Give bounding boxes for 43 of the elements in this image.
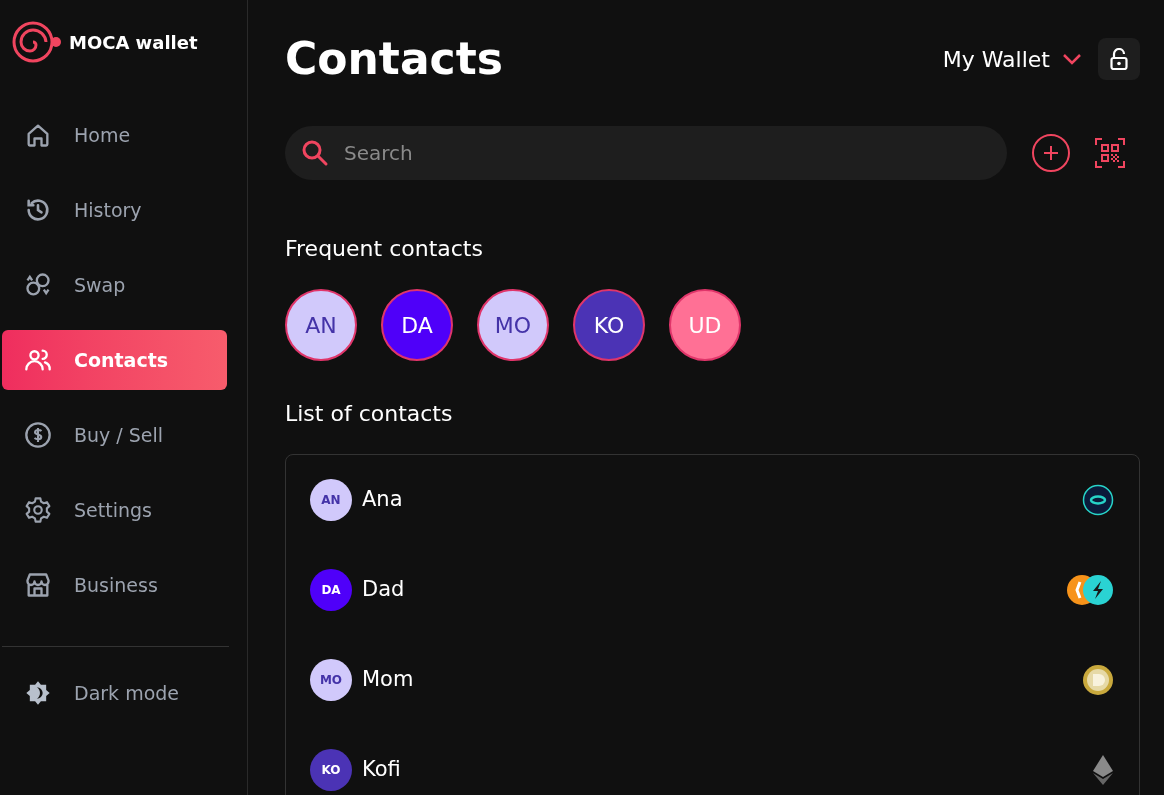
dark-mode-toggle[interactable]: Dark mode	[2, 663, 245, 723]
contact-avatar: KO	[310, 749, 352, 791]
contact-avatar[interactable]: DA	[381, 289, 453, 361]
sidebar-item[interactable]: History	[2, 180, 227, 240]
chevron-down-icon	[1062, 53, 1082, 65]
contact-name[interactable]: Ana	[362, 484, 403, 516]
lock-icon	[1110, 48, 1128, 70]
add-contact-button[interactable]	[1032, 134, 1070, 172]
app-name: MOCA wallet	[69, 30, 198, 55]
contact-avatar[interactable]: KO	[573, 289, 645, 361]
sidebar-item[interactable]: Settings	[2, 480, 227, 540]
lock-button[interactable]	[1098, 38, 1140, 80]
page-title: Contacts	[285, 32, 503, 86]
coin-icon	[1082, 574, 1114, 606]
search-field[interactable]: Search	[285, 126, 1007, 180]
contact-avatar: AN	[310, 479, 352, 521]
search-icon	[301, 139, 329, 167]
section-heading: Frequent contacts	[285, 235, 484, 263]
section-heading: List of contacts	[285, 400, 454, 428]
plus-icon	[1044, 146, 1058, 160]
contact-avatar: DA	[310, 569, 352, 611]
qr-code-button[interactable]	[1094, 137, 1126, 169]
sidebar-item[interactable]: Business	[2, 555, 227, 615]
contact-avatar[interactable]: MO	[477, 289, 549, 361]
settings-icon	[24, 496, 52, 524]
history-icon	[24, 196, 52, 224]
sidebar-item[interactable]: Home	[2, 105, 227, 165]
contact-avatar: MO	[310, 659, 352, 701]
ethereum-icon	[1092, 754, 1114, 786]
sidebar-item[interactable]: Buy / Sell	[2, 405, 227, 465]
brightness-icon	[24, 679, 52, 707]
coin-icon	[1082, 484, 1114, 516]
contact-avatar[interactable]: AN	[285, 289, 357, 361]
dollar-icon	[24, 421, 52, 449]
wallet-selector[interactable]: My Wallet	[942, 42, 1082, 76]
contact-name[interactable]: Kofi	[362, 754, 401, 786]
contact-name[interactable]: Mom	[362, 664, 414, 696]
sidebar-item[interactable]: Swap	[2, 255, 227, 315]
qr-code-icon	[1094, 137, 1126, 169]
coin-icon	[1082, 664, 1114, 696]
sidebar-item[interactable]: Contacts	[2, 330, 227, 390]
contact-name[interactable]: Dad	[362, 574, 405, 606]
store-icon	[24, 571, 52, 599]
